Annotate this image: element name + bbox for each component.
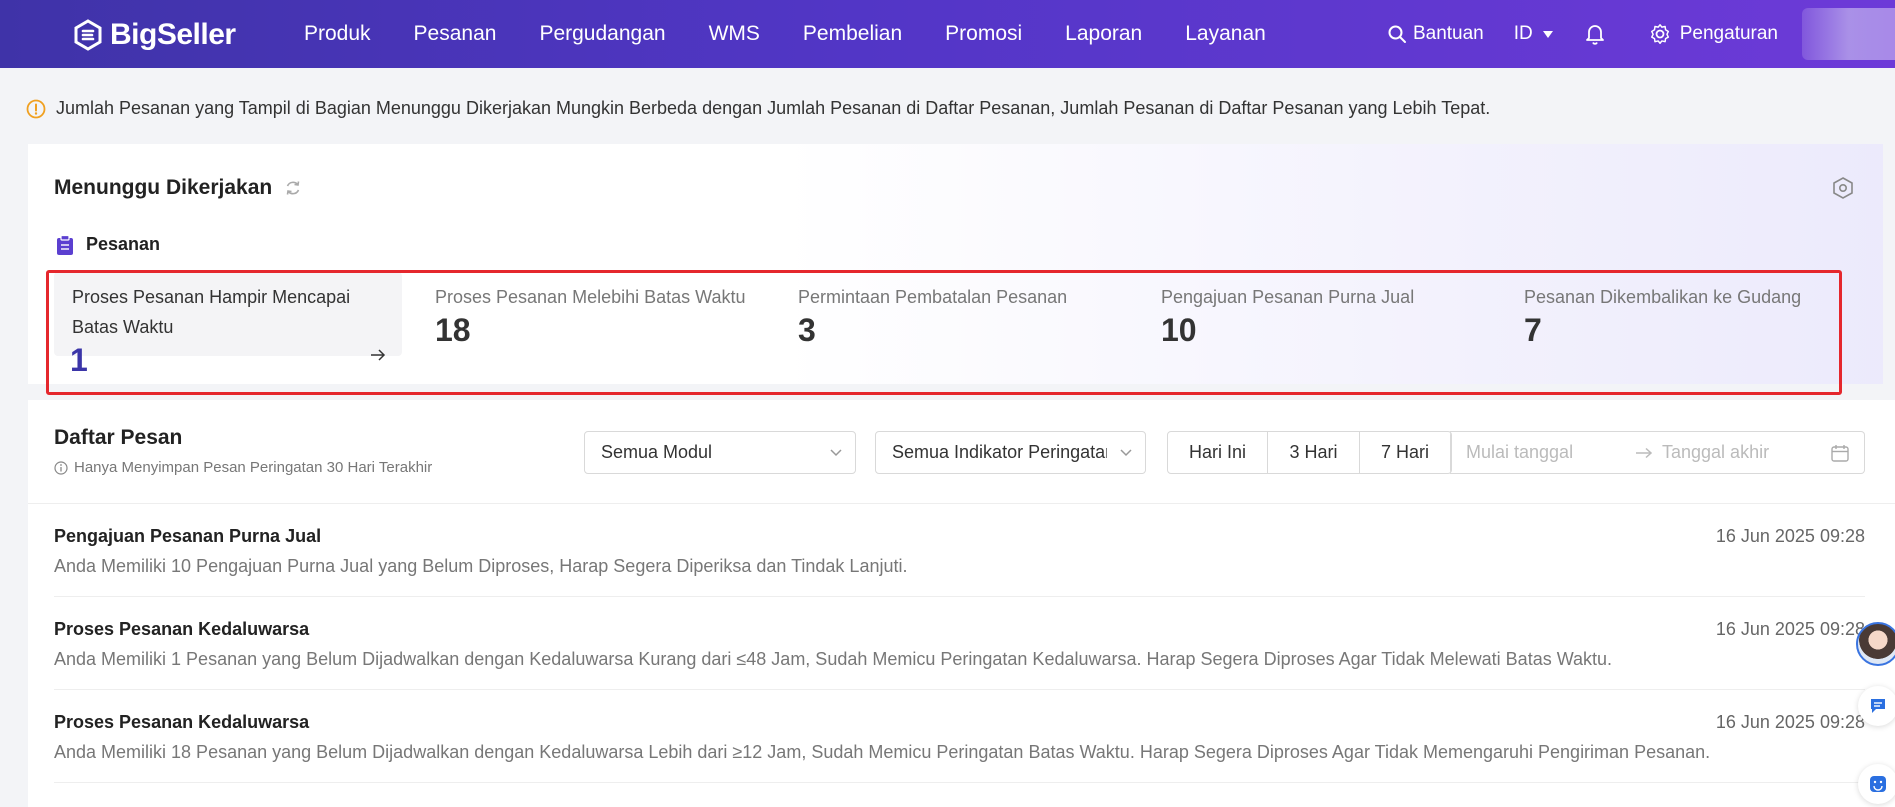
message-item[interactable]: Proses Pesanan Kedaluwarsa 16 Jun 2025 0… (54, 597, 1865, 690)
message-list-title: Daftar Pesan (54, 426, 183, 449)
range-7-days-button[interactable]: 7 Hari (1360, 432, 1451, 473)
date-range-picker[interactable]: Mulai tanggal Tanggal akhir (1450, 431, 1865, 474)
message-title: Proses Pesanan Kedaluwarsa (54, 619, 310, 639)
nav-item-layanan[interactable]: Layanan (1185, 22, 1266, 46)
indicator-select-value: Semua Indikator Peringatan (892, 442, 1107, 462)
warning-icon (26, 99, 46, 118)
metric-label: Proses Pesanan Melebihi Batas Waktu (435, 287, 746, 307)
info-notice: Jumlah Pesanan yang Tampil di Bagian Men… (26, 98, 1490, 119)
orders-label-text: Pesanan (86, 234, 161, 254)
range-3-days-button[interactable]: 3 Hari (1268, 432, 1360, 473)
metric-after-sales[interactable]: Pengajuan Pesanan Purna Jual 10 (1143, 272, 1506, 372)
message-time: 16 Jun 2025 09:28 (1715, 619, 1865, 639)
message-list-card: Daftar Pesan Hanya Menyimpan Pesan Perin… (28, 400, 1895, 807)
help-label: Bantuan (1412, 23, 1484, 44)
support-agent-avatar[interactable] (1856, 622, 1895, 666)
nav-item-laporan[interactable]: Laporan (1065, 22, 1142, 46)
module-select[interactable]: Semua Modul (584, 431, 856, 474)
brand-logo[interactable]: BigSeller (72, 18, 236, 52)
pending-tasks-card: Menunggu Dikerjakan Pesanan Proses Pesan… (28, 144, 1883, 384)
metrics-row: Proses Pesanan Hampir Mencapai Batas Wak… (54, 272, 1869, 378)
metric-label: Pesanan Dikembalikan ke Gudang (1524, 287, 1802, 307)
calendar-icon (1831, 445, 1849, 462)
nav-item-wms[interactable]: WMS (709, 22, 760, 46)
message-description: Anda Memiliki 18 Pesanan yang Belum Dija… (54, 742, 1711, 762)
nav-item-promosi[interactable]: Promosi (945, 22, 1022, 46)
pending-header: Menunggu Dikerjakan (54, 176, 302, 200)
bigseller-logo-icon (74, 19, 102, 51)
message-list-subtitle: Hanya Menyimpan Pesan Peringatan 30 Hari… (54, 459, 432, 476)
message-item[interactable]: Proses Pesanan Kedaluwarsa 16 Jun 2025 0… (54, 690, 1865, 783)
brand-name: BigSeller (110, 18, 236, 51)
card-settings-button[interactable] (1831, 176, 1855, 205)
message-time: 16 Jun 2025 09:28 (1715, 526, 1865, 546)
top-navbar: BigSeller Produk Pesanan Pergudangan WMS… (0, 0, 1895, 68)
smile-icon (1870, 776, 1886, 792)
metric-value: 7 (1524, 312, 1542, 348)
chevron-down-icon (1120, 449, 1132, 457)
metric-label: Pengajuan Pesanan Purna Jual (1161, 287, 1415, 307)
metric-returned-to-warehouse[interactable]: Pesanan Dikembalikan ke Gudang 7 (1506, 272, 1869, 372)
info-icon (54, 460, 68, 475)
settings-button[interactable]: Pengaturan (1649, 23, 1778, 45)
arrow-right-icon (371, 349, 386, 361)
range-today-button[interactable]: Hari Ini (1168, 432, 1268, 473)
metric-label: Proses Pesanan Hampir Mencapai Batas Wak… (72, 287, 351, 337)
message-time: 16 Jun 2025 09:28 (1715, 712, 1865, 732)
refresh-icon[interactable] (284, 179, 302, 197)
orders-section-label: Pesanan (56, 234, 160, 255)
nav-item-produk[interactable]: Produk (304, 22, 371, 46)
metric-value: 10 (1161, 312, 1197, 348)
arrow-right-icon (1626, 447, 1662, 459)
nav-item-pergudangan[interactable]: Pergudangan (539, 22, 665, 46)
metric-label: Permintaan Pembatalan Pesanan (798, 287, 1068, 307)
metric-overdue[interactable]: Proses Pesanan Melebihi Batas Waktu 18 (417, 272, 780, 372)
metric-value: 3 (798, 312, 816, 348)
nav-right-tools: Bantuan ID Pengaturan (1387, 0, 1895, 68)
pending-title: Menunggu Dikerjakan (54, 176, 273, 199)
clipboard-icon (57, 234, 73, 255)
notification-button[interactable] (1585, 23, 1605, 45)
language-label: ID (1513, 23, 1533, 44)
metric-value: 18 (435, 312, 471, 348)
chat-widget-button[interactable] (1858, 686, 1895, 726)
message-title: Proses Pesanan Kedaluwarsa (54, 712, 310, 732)
bell-icon (1585, 25, 1604, 45)
message-list-header: Daftar Pesan Hanya Menyimpan Pesan Perin… (28, 400, 1895, 504)
message-description: Anda Memiliki 10 Pengajuan Purna Jual ya… (54, 556, 908, 576)
message-description: Anda Memiliki 1 Pesanan yang Belum Dijad… (54, 649, 1613, 669)
caret-down-icon (1542, 30, 1553, 38)
range-button-group: Hari Ini 3 Hari 7 Hari (1167, 431, 1452, 474)
search-icon (1388, 25, 1406, 43)
help-button[interactable]: Bantuan (1387, 23, 1484, 45)
indicator-select[interactable]: Semua Indikator Peringatan (875, 431, 1146, 474)
module-select-value: Semua Modul (601, 442, 713, 462)
metric-value: 1 (70, 342, 88, 378)
gear-icon (1650, 24, 1669, 44)
date-start-input[interactable]: Mulai tanggal (1466, 442, 1626, 463)
settings-label: Pengaturan (1679, 23, 1778, 44)
chat-icon (1871, 699, 1885, 713)
main-menu: Produk Pesanan Pergudangan WMS Pembelian… (304, 0, 1309, 68)
language-selector[interactable]: ID (1514, 23, 1553, 45)
hex-settings-icon (1833, 177, 1853, 199)
nav-item-pesanan[interactable]: Pesanan (414, 22, 497, 46)
message-item[interactable]: Pengajuan Pesanan Purna Jual 16 Jun 2025… (54, 504, 1865, 597)
feedback-widget-button[interactable] (1858, 764, 1895, 804)
metric-near-deadline[interactable]: Proses Pesanan Hampir Mencapai Batas Wak… (54, 272, 402, 378)
metric-cancel-request[interactable]: Permintaan Pembatalan Pesanan 3 (780, 272, 1143, 372)
subtitle-text: Hanya Menyimpan Pesan Peringatan 30 Hari… (74, 459, 433, 476)
notice-text: Jumlah Pesanan yang Tampil di Bagian Men… (56, 98, 1491, 118)
nav-item-pembelian[interactable]: Pembelian (803, 22, 902, 46)
chevron-down-icon (830, 449, 842, 457)
user-avatar[interactable] (1802, 8, 1895, 60)
message-title: Pengajuan Pesanan Purna Jual (54, 526, 322, 546)
date-end-input[interactable]: Tanggal akhir (1662, 442, 1822, 463)
